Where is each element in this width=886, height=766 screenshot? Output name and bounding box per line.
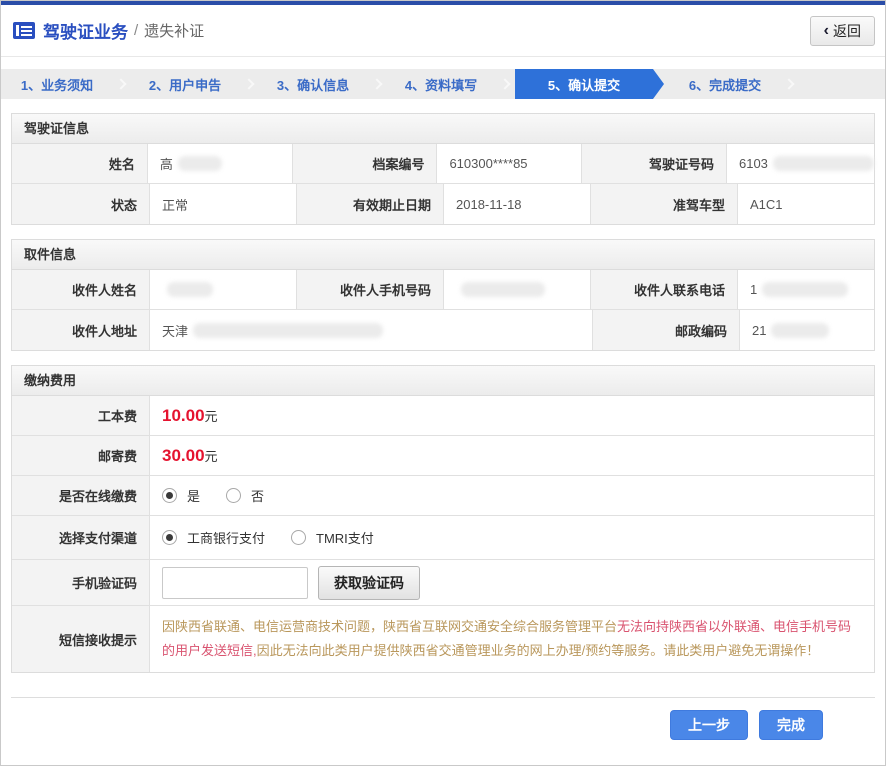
license-section-title: 驾驶证信息 [12, 114, 874, 144]
recipient-mobile-label: 收件人手机号码 [297, 270, 444, 309]
page-subtitle: 遗失补证 [144, 20, 204, 41]
redaction-blur [461, 282, 545, 297]
table-row: 选择支付渠道 工商银行支付 TMRI支付 [12, 516, 874, 560]
production-fee-label: 工本费 [12, 396, 150, 435]
production-fee-value: 10.00元 [150, 396, 874, 435]
notice-part-1: 因陕西省联通、电信运营商技术问题，陕西省互联网交通安全综合服务管理平台 [162, 619, 617, 634]
online-pay-label: 是否在线缴费 [12, 476, 150, 515]
radio-online-pay-no[interactable]: 否 [226, 486, 264, 505]
delivery-info-section: 取件信息 收件人姓名 收件人手机号码 收件人联系电话 1 收件人地址 天津 邮政… [11, 239, 875, 351]
postal-code-value: 21 [740, 310, 874, 350]
table-row: 状态 正常 有效期止日期 2018-11-18 准驾车型 A1C1 [12, 184, 874, 224]
radio-unselected-icon [226, 488, 241, 503]
radio-channel-icbc[interactable]: 工商银行支付 [162, 528, 265, 547]
pay-channel-options: 工商银行支付 TMRI支付 [150, 516, 874, 559]
table-row: 收件人姓名 收件人手机号码 收件人联系电话 1 [12, 270, 874, 310]
redaction-blur [773, 156, 874, 171]
expiry-date-value: 2018-11-18 [444, 184, 591, 224]
expiry-date-label: 有效期止日期 [297, 184, 444, 224]
recipient-address-value: 天津 [150, 310, 593, 350]
table-row: 是否在线缴费 是 否 [12, 476, 874, 516]
license-info-section: 驾驶证信息 姓名 高 档案编号 610300****85 驾驶证号码 6103 … [11, 113, 875, 225]
tab-step-1[interactable]: 1、业务须知 [1, 69, 113, 99]
sms-notice-text: 因陕西省联通、电信运营商技术问题，陕西省互联网交通安全综合服务管理平台无法向持陕… [150, 606, 874, 672]
name-label: 姓名 [12, 144, 148, 183]
radio-selected-icon [162, 530, 177, 545]
sms-code-label: 手机验证码 [12, 560, 150, 605]
tab-separator-chevron [783, 78, 794, 89]
redaction-blur [167, 282, 213, 297]
license-number-value: 6103 [727, 144, 874, 183]
status-label: 状态 [12, 184, 150, 224]
footer-actions: 上一步 完成 [11, 697, 875, 740]
table-row: 姓名 高 档案编号 610300****85 驾驶证号码 6103 [12, 144, 874, 184]
back-button-label: 返回 [833, 21, 861, 41]
delivery-section-title: 取件信息 [12, 240, 874, 270]
recipient-address-label: 收件人地址 [12, 310, 150, 350]
radio-online-pay-yes[interactable]: 是 [162, 486, 200, 505]
list-card-icon [13, 22, 35, 39]
tab-step-6[interactable]: 6、完成提交 [669, 69, 781, 99]
name-value: 高 [148, 144, 293, 183]
recipient-phone-value: 1 [738, 270, 874, 309]
redaction-blur [762, 282, 848, 297]
table-row: 邮寄费 30.00元 [12, 436, 874, 476]
finish-button[interactable]: 完成 [759, 710, 823, 740]
sms-notice-label: 短信接收提示 [12, 606, 150, 672]
radio-selected-icon [162, 488, 177, 503]
previous-step-button[interactable]: 上一步 [670, 710, 748, 740]
back-chevron-icon: ‹ [824, 23, 829, 39]
vehicle-class-value: A1C1 [738, 184, 874, 224]
redaction-blur [178, 156, 222, 171]
tab-separator-chevron [499, 78, 510, 89]
recipient-name-value [150, 270, 297, 309]
get-sms-code-button[interactable]: 获取验证码 [318, 566, 420, 600]
table-row: 短信接收提示 因陕西省联通、电信运营商技术问题，陕西省互联网交通安全综合服务管理… [12, 606, 874, 672]
file-number-label: 档案编号 [293, 144, 438, 183]
online-pay-options: 是 否 [150, 476, 874, 515]
license-number-label: 驾驶证号码 [582, 144, 727, 183]
tab-separator-chevron [115, 78, 126, 89]
page-title: 驾驶证业务 [43, 18, 128, 43]
sms-code-field: 获取验证码 [150, 560, 874, 605]
table-row: 手机验证码 获取验证码 [12, 560, 874, 606]
tab-step-3[interactable]: 3、确认信息 [257, 69, 369, 99]
table-row: 工本费 10.00元 [12, 396, 874, 436]
status-value: 正常 [150, 184, 297, 224]
radio-unselected-icon [291, 530, 306, 545]
header: 驾驶证业务 / 遗失补证 ‹ 返回 [1, 5, 885, 57]
redaction-blur [193, 323, 383, 338]
recipient-mobile-value [444, 270, 591, 309]
file-number-value: 610300****85 [437, 144, 582, 183]
pay-channel-label: 选择支付渠道 [12, 516, 150, 559]
payment-section: 缴纳费用 工本费 10.00元 邮寄费 30.00元 是否在线缴费 是 否 选择… [11, 365, 875, 673]
postal-code-label: 邮政编码 [593, 310, 740, 350]
tab-step-2[interactable]: 2、用户申告 [129, 69, 241, 99]
page: 驾驶证业务 / 遗失补证 ‹ 返回 1、业务须知 2、用户申告 3、确认信息 4… [0, 0, 886, 766]
notice-part-3: 因此无法向此类用户提供陕西省交通管理业务的网上办理/预约等服务。请此类用户避免无… [257, 643, 820, 658]
tab-separator-chevron [371, 78, 382, 89]
tab-separator-chevron [243, 78, 254, 89]
back-button[interactable]: ‹ 返回 [810, 16, 875, 46]
postage-fee-label: 邮寄费 [12, 436, 150, 475]
step-tabs: 1、业务须知 2、用户申告 3、确认信息 4、资料填写 5、确认提交 6、完成提… [1, 69, 885, 99]
recipient-phone-label: 收件人联系电话 [591, 270, 738, 309]
tab-step-4[interactable]: 4、资料填写 [385, 69, 497, 99]
table-row: 收件人地址 天津 邮政编码 21 [12, 310, 874, 350]
radio-channel-tmri[interactable]: TMRI支付 [291, 528, 374, 547]
recipient-name-label: 收件人姓名 [12, 270, 150, 309]
sms-code-input[interactable] [162, 567, 308, 599]
breadcrumb-separator: / [134, 22, 138, 39]
postage-fee-value: 30.00元 [150, 436, 874, 475]
redaction-blur [771, 323, 829, 338]
payment-section-title: 缴纳费用 [12, 366, 874, 396]
tab-step-5-active[interactable]: 5、确认提交 [515, 69, 653, 99]
vehicle-class-label: 准驾车型 [591, 184, 738, 224]
